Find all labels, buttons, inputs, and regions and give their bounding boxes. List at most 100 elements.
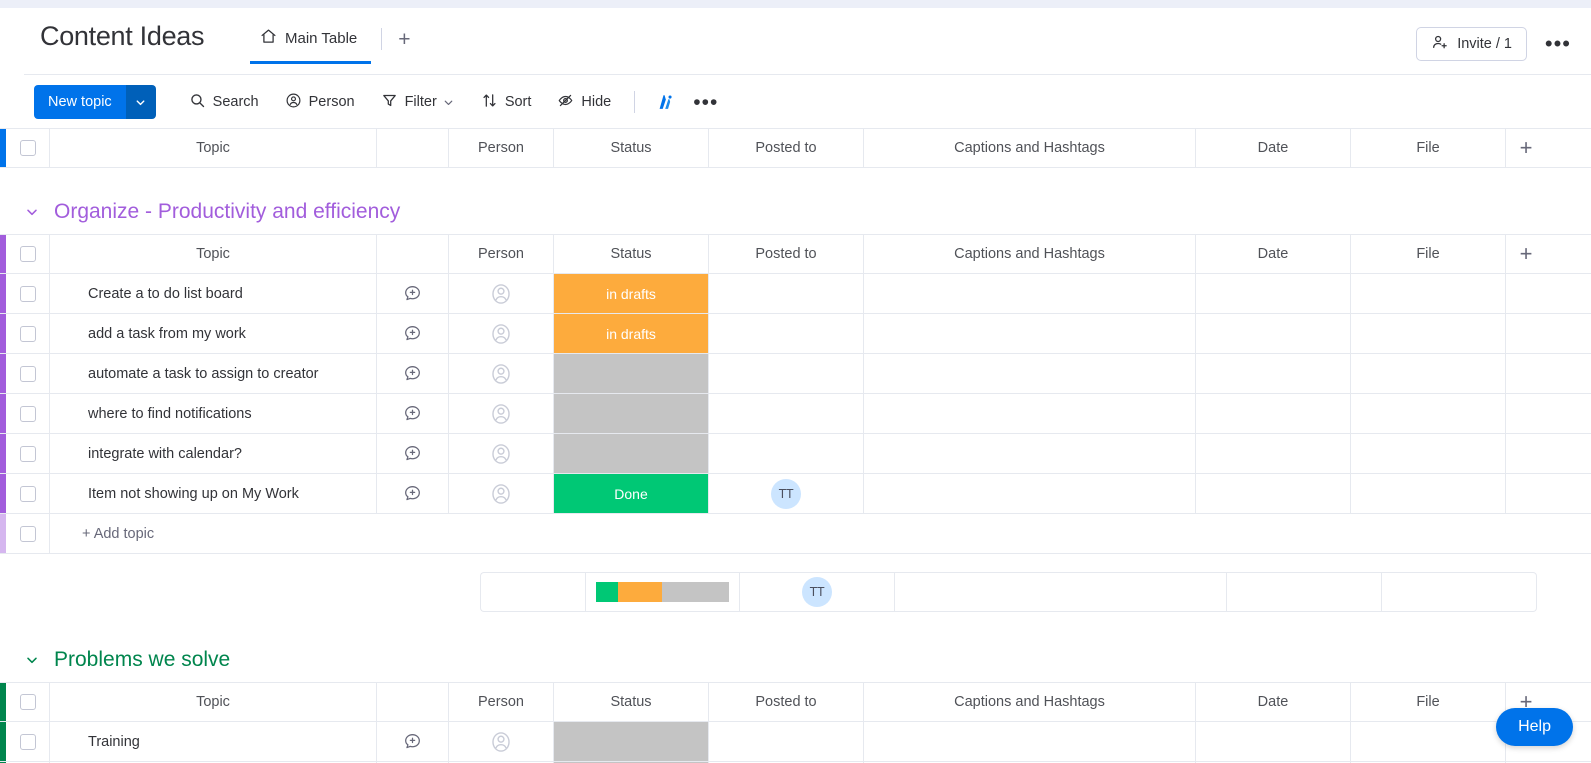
row-status-cell[interactable] bbox=[554, 722, 709, 761]
row-checkbox[interactable] bbox=[20, 446, 36, 462]
row-date-cell[interactable] bbox=[1196, 722, 1351, 761]
board-more-menu-button[interactable]: ••• bbox=[1545, 33, 1571, 55]
avatar[interactable]: TT bbox=[771, 479, 801, 509]
row-file-cell[interactable] bbox=[1351, 314, 1506, 353]
row-chat-cell[interactable] bbox=[377, 274, 449, 313]
row-posted-to-cell[interactable] bbox=[709, 274, 864, 313]
hide-button[interactable]: Hide bbox=[546, 86, 622, 118]
row-status-cell[interactable] bbox=[554, 354, 709, 393]
table-row[interactable]: Create a to do list boardin drafts bbox=[0, 274, 1591, 314]
person-filter-button[interactable]: Person bbox=[274, 86, 366, 118]
row-checkbox[interactable] bbox=[20, 326, 36, 342]
status-label[interactable]: in drafts bbox=[554, 314, 708, 353]
summary-status-cell[interactable] bbox=[585, 572, 740, 612]
row-date-cell[interactable] bbox=[1196, 314, 1351, 353]
row-topic-cell[interactable]: Training bbox=[50, 722, 377, 761]
column-header-file[interactable]: File bbox=[1351, 129, 1506, 167]
chevron-down-icon[interactable] bbox=[126, 85, 156, 119]
row-file-cell[interactable] bbox=[1351, 722, 1506, 761]
row-status-cell[interactable]: Done bbox=[554, 474, 709, 513]
status-label[interactable] bbox=[554, 722, 708, 761]
person-placeholder-icon[interactable] bbox=[488, 281, 514, 307]
row-chat-cell[interactable] bbox=[377, 394, 449, 433]
chevron-down-icon[interactable] bbox=[24, 652, 40, 668]
group-title-label[interactable]: Problems we solve bbox=[54, 648, 230, 672]
row-topic-cell[interactable]: automate a task to assign to creator bbox=[50, 354, 377, 393]
column-header-status[interactable]: Status bbox=[554, 129, 709, 167]
row-status-cell[interactable]: in drafts bbox=[554, 314, 709, 353]
row-checkbox[interactable] bbox=[20, 526, 36, 542]
row-topic-cell[interactable]: add a task from my work bbox=[50, 314, 377, 353]
row-posted-to-cell[interactable] bbox=[709, 354, 864, 393]
table-row[interactable]: automate a task to assign to creator bbox=[0, 354, 1591, 394]
row-chat-cell[interactable] bbox=[377, 434, 449, 473]
add-comment-icon[interactable] bbox=[403, 732, 422, 751]
row-date-cell[interactable] bbox=[1196, 434, 1351, 473]
row-posted-to-cell[interactable] bbox=[709, 434, 864, 473]
row-status-cell[interactable] bbox=[554, 434, 709, 473]
row-chat-cell[interactable] bbox=[377, 314, 449, 353]
column-header-person[interactable]: Person bbox=[449, 683, 554, 721]
row-person-cell[interactable] bbox=[449, 354, 554, 393]
table-row[interactable]: where to find notifications bbox=[0, 394, 1591, 434]
group-select-all-checkbox[interactable] bbox=[20, 694, 36, 710]
select-all-checkbox[interactable] bbox=[20, 140, 36, 156]
add-comment-icon[interactable] bbox=[403, 444, 422, 463]
person-placeholder-icon[interactable] bbox=[488, 361, 514, 387]
row-topic-cell[interactable]: where to find notifications bbox=[50, 394, 377, 433]
status-label[interactable] bbox=[554, 354, 708, 393]
row-person-cell[interactable] bbox=[449, 434, 554, 473]
status-label[interactable] bbox=[554, 434, 708, 473]
person-placeholder-icon[interactable] bbox=[488, 729, 514, 755]
add-topic-row[interactable]: + Add topic bbox=[0, 514, 1591, 554]
column-header-posted-to[interactable]: Posted to bbox=[709, 683, 864, 721]
row-person-cell[interactable] bbox=[449, 474, 554, 513]
sort-button[interactable]: Sort bbox=[470, 86, 543, 118]
row-checkbox[interactable] bbox=[20, 366, 36, 382]
table-row[interactable]: Item not showing up on My WorkDoneTT bbox=[0, 474, 1591, 514]
column-header-posted-to[interactable]: Posted to bbox=[709, 235, 864, 273]
row-posted-to-cell[interactable] bbox=[709, 314, 864, 353]
column-header-status[interactable]: Status bbox=[554, 235, 709, 273]
column-header-topic[interactable]: Topic bbox=[50, 235, 377, 273]
row-person-cell[interactable] bbox=[449, 314, 554, 353]
table-row[interactable]: Training bbox=[0, 722, 1591, 762]
row-checkbox[interactable] bbox=[20, 486, 36, 502]
table-row[interactable]: integrate with calendar? bbox=[0, 434, 1591, 474]
column-header-date[interactable]: Date bbox=[1196, 683, 1351, 721]
status-label[interactable]: in drafts bbox=[554, 274, 708, 313]
add-comment-icon[interactable] bbox=[403, 364, 422, 383]
row-date-cell[interactable] bbox=[1196, 354, 1351, 393]
column-header-date[interactable]: Date bbox=[1196, 129, 1351, 167]
row-person-cell[interactable] bbox=[449, 394, 554, 433]
row-file-cell[interactable] bbox=[1351, 474, 1506, 513]
row-captions-cell[interactable] bbox=[864, 434, 1196, 473]
add-comment-icon[interactable] bbox=[403, 324, 422, 343]
column-header-posted-to[interactable]: Posted to bbox=[709, 129, 864, 167]
add-column-button[interactable]: + bbox=[1506, 129, 1546, 167]
column-header-captions[interactable]: Captions and Hashtags bbox=[864, 235, 1196, 273]
row-posted-to-cell[interactable] bbox=[709, 722, 864, 761]
add-tab-button[interactable]: + bbox=[388, 29, 420, 60]
person-placeholder-icon[interactable] bbox=[488, 321, 514, 347]
row-captions-cell[interactable] bbox=[864, 314, 1196, 353]
row-captions-cell[interactable] bbox=[864, 474, 1196, 513]
chevron-down-icon[interactable] bbox=[24, 204, 40, 220]
row-posted-to-cell[interactable]: TT bbox=[709, 474, 864, 513]
column-header-date[interactable]: Date bbox=[1196, 235, 1351, 273]
table-row[interactable]: add a task from my work in drafts bbox=[0, 314, 1591, 354]
add-column-button[interactable]: + bbox=[1506, 235, 1546, 273]
new-topic-button[interactable]: New topic bbox=[34, 85, 156, 119]
add-topic-label[interactable]: + Add topic bbox=[50, 514, 377, 553]
row-status-cell[interactable] bbox=[554, 394, 709, 433]
row-captions-cell[interactable] bbox=[864, 354, 1196, 393]
column-header-topic[interactable]: Topic bbox=[50, 129, 377, 167]
column-header-captions[interactable]: Captions and Hashtags bbox=[864, 683, 1196, 721]
row-captions-cell[interactable] bbox=[864, 274, 1196, 313]
invite-button[interactable]: Invite / 1 bbox=[1416, 27, 1527, 61]
person-placeholder-icon[interactable] bbox=[488, 481, 514, 507]
column-header-status[interactable]: Status bbox=[554, 683, 709, 721]
row-captions-cell[interactable] bbox=[864, 394, 1196, 433]
row-chat-cell[interactable] bbox=[377, 354, 449, 393]
row-chat-cell[interactable] bbox=[377, 474, 449, 513]
